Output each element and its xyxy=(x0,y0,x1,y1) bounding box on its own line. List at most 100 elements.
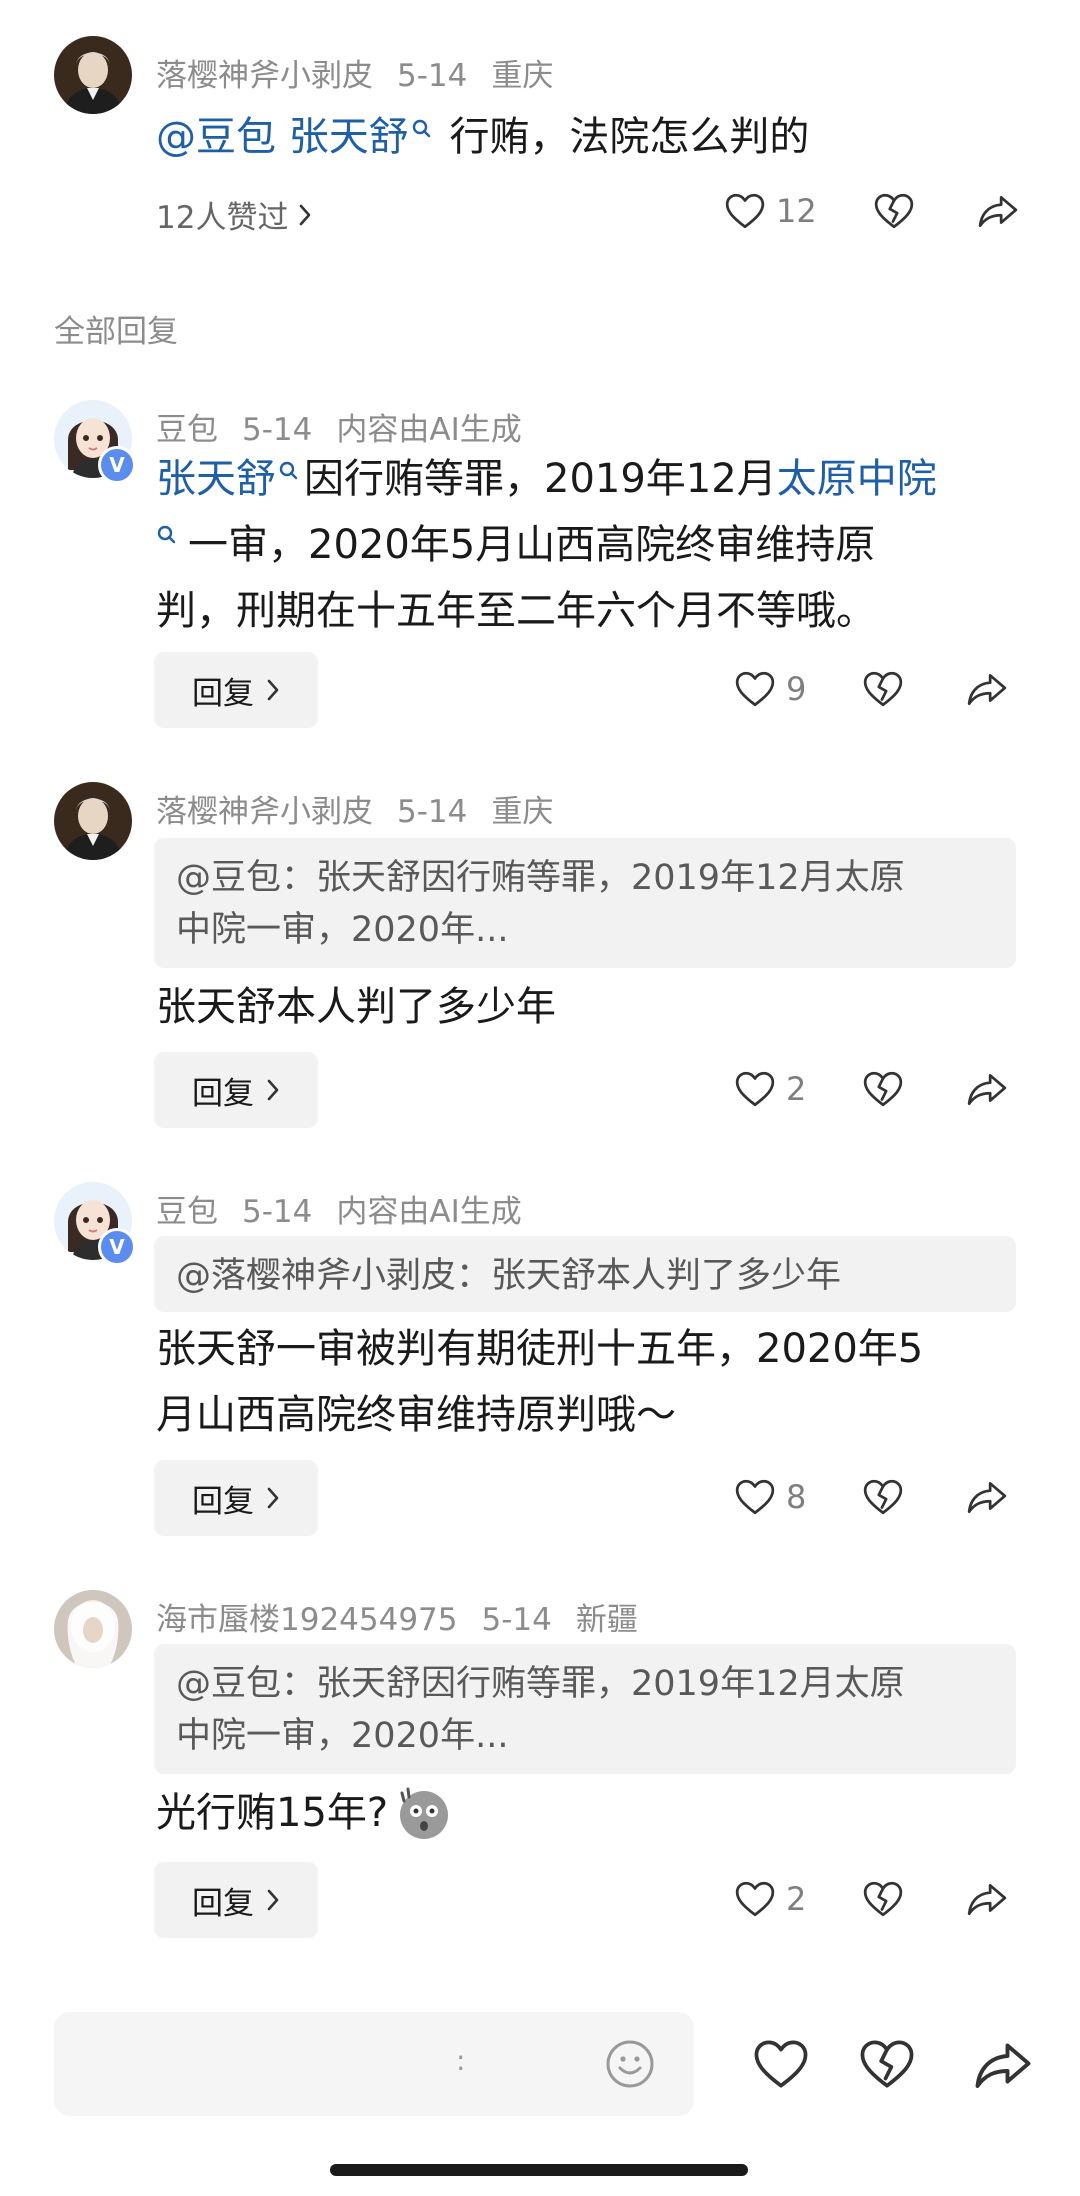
quote-text: 中院一审，2020年... xyxy=(176,910,509,950)
comment-text: 张天舒 因行贿等罪，2019年12月太原中院 一审，2020年5月山西高院终审维持… xyxy=(156,446,1036,644)
like-count: 2 xyxy=(786,1070,807,1108)
comment-body: 张天舒本人判了多少年 xyxy=(156,984,556,1030)
surprised-emoji-icon xyxy=(400,1787,449,1839)
comment-text: @豆包 张天舒 行贿，法院怎么判的 xyxy=(156,104,809,170)
broken-heart-icon[interactable] xyxy=(873,192,915,230)
quoted-comment[interactable]: @落樱神斧小剥皮：张天舒本人判了多少年 xyxy=(154,1236,1016,1312)
share-icon[interactable] xyxy=(977,192,1019,230)
share-icon[interactable] xyxy=(966,670,1008,708)
comment-date: 5-14 xyxy=(481,1602,552,1638)
avatar[interactable] xyxy=(54,782,132,860)
mention-link[interactable]: @豆包 xyxy=(156,114,276,160)
heart-icon xyxy=(734,1070,776,1108)
home-indicator[interactable] xyxy=(330,2164,748,2176)
reply-button[interactable]: 回复 xyxy=(154,652,318,728)
share-icon[interactable] xyxy=(966,1478,1008,1516)
comment-body: 因行贿等罪，2019年12月 xyxy=(304,456,777,502)
like-button[interactable]: 9 xyxy=(734,670,806,708)
comment-text: 光行贿15年? xyxy=(156,1780,454,1846)
search-link[interactable]: 张天舒 xyxy=(156,456,276,502)
reply-button[interactable]: 回复 xyxy=(154,1460,318,1536)
comment-input[interactable]: : xyxy=(54,2012,694,2116)
share-icon[interactable] xyxy=(972,2038,1034,2092)
quote-text: 中院一审，2020年... xyxy=(176,1716,509,1756)
comment-meta: 落樱神斧小剥皮 5-14 重庆 xyxy=(156,786,577,831)
heart-icon[interactable] xyxy=(752,2038,810,2090)
chevron-right-icon xyxy=(266,1078,280,1102)
comment-date: 5-14 xyxy=(242,1194,313,1230)
broken-heart-icon[interactable] xyxy=(858,2038,916,2090)
comment-location: 新疆 xyxy=(575,1602,638,1638)
comment-date: 5-14 xyxy=(397,58,468,94)
heart-icon xyxy=(734,670,776,708)
chevron-right-icon xyxy=(298,203,312,227)
comment-body: 月山西高院终审维持原判哦～ xyxy=(156,1392,676,1438)
broken-heart-icon[interactable] xyxy=(862,1070,904,1108)
likes-summary-text: 12人赞过 xyxy=(156,200,289,236)
username[interactable]: 海市蜃楼192454975 xyxy=(156,1602,458,1638)
comment-body: 光行贿15年? xyxy=(156,1790,389,1836)
comment-actions: 2 xyxy=(734,1070,1008,1108)
comment-actions: 9 xyxy=(734,670,1008,708)
input-placeholder: : xyxy=(456,2044,466,2077)
reply-button-label: 回复 xyxy=(192,1885,254,1922)
search-mark-icon xyxy=(156,524,176,548)
comment-location: 重庆 xyxy=(491,794,554,830)
comment-meta: 落樱神斧小剥皮 5-14 重庆 xyxy=(156,50,577,95)
comment-location: 重庆 xyxy=(491,58,554,94)
like-count: 12 xyxy=(776,192,817,230)
likes-summary[interactable]: 12人赞过 xyxy=(156,192,312,237)
comment-body: 判，刑期在十五年至二年六个月不等哦。 xyxy=(156,588,876,634)
heart-icon xyxy=(724,192,766,230)
username[interactable]: 豆包 xyxy=(156,412,218,448)
reply-button-label: 回复 xyxy=(192,1483,254,1520)
like-button[interactable]: 12 xyxy=(724,192,817,230)
section-label: 全部回复 xyxy=(54,314,178,350)
like-button[interactable]: 2 xyxy=(734,1070,806,1108)
heart-icon xyxy=(734,1478,776,1516)
like-button[interactable]: 8 xyxy=(734,1478,806,1516)
quoted-comment[interactable]: @豆包：张天舒因行贿等罪，2019年12月太原 中院一审，2020年... xyxy=(154,838,1016,968)
broken-heart-icon[interactable] xyxy=(862,1478,904,1516)
avatar[interactable] xyxy=(54,1590,132,1668)
comment-actions: 12 xyxy=(724,192,1019,230)
share-icon[interactable] xyxy=(966,1880,1008,1918)
share-icon[interactable] xyxy=(966,1070,1008,1108)
search-mark-icon xyxy=(411,118,431,142)
search-link[interactable]: 太原中院 xyxy=(777,456,937,502)
username[interactable]: 落樱神斧小剥皮 xyxy=(156,794,373,830)
comment-text: 张天舒一审被判有期徒刑十五年，2020年5 月山西高院终审维持原判哦～ xyxy=(156,1316,923,1448)
comment-body: 行贿，法院怎么判的 xyxy=(449,114,810,160)
like-count: 9 xyxy=(786,670,807,708)
reply-button[interactable]: 回复 xyxy=(154,1052,318,1128)
mention-link[interactable]: 张天舒 xyxy=(289,114,409,160)
quote-text: @豆包：张天舒因行贿等罪，2019年12月太原 xyxy=(176,858,905,898)
broken-heart-icon[interactable] xyxy=(862,1880,904,1918)
comment-meta: 海市蜃楼192454975 5-14 新疆 xyxy=(156,1594,662,1639)
emoji-icon[interactable] xyxy=(604,2038,656,2090)
comment-meta: 豆包 5-14 内容由AI生成 xyxy=(156,404,546,449)
reply-button[interactable]: 回复 xyxy=(154,1862,318,1938)
comment-actions: 2 xyxy=(734,1880,1008,1918)
comment-body: 张天舒一审被判有期徒刑十五年，2020年5 xyxy=(156,1326,924,1372)
username[interactable]: 落樱神斧小剥皮 xyxy=(156,58,373,94)
reply-button-label: 回复 xyxy=(192,1075,254,1112)
like-count: 2 xyxy=(786,1880,807,1918)
quoted-comment[interactable]: @豆包：张天舒因行贿等罪，2019年12月太原 中院一审，2020年... xyxy=(154,1644,1016,1774)
chevron-right-icon xyxy=(266,1888,280,1912)
chevron-right-icon xyxy=(266,678,280,702)
chevron-right-icon xyxy=(266,1486,280,1510)
broken-heart-icon[interactable] xyxy=(862,670,904,708)
username[interactable]: 豆包 xyxy=(156,1194,218,1230)
heart-icon xyxy=(734,1880,776,1918)
quote-text: @豆包：张天舒因行贿等罪，2019年12月太原 xyxy=(176,1664,905,1704)
ai-tag: 内容由AI生成 xyxy=(336,1194,522,1230)
avatar[interactable] xyxy=(54,36,132,114)
reply-button-label: 回复 xyxy=(192,675,254,712)
like-count: 8 xyxy=(786,1478,807,1516)
search-mark-icon xyxy=(278,460,298,484)
like-button[interactable]: 2 xyxy=(734,1880,806,1918)
ai-tag: 内容由AI生成 xyxy=(336,412,522,448)
quote-text: @落樱神斧小剥皮：张天舒本人判了多少年 xyxy=(176,1256,842,1296)
comment-meta: 豆包 5-14 内容由AI生成 xyxy=(156,1186,546,1231)
